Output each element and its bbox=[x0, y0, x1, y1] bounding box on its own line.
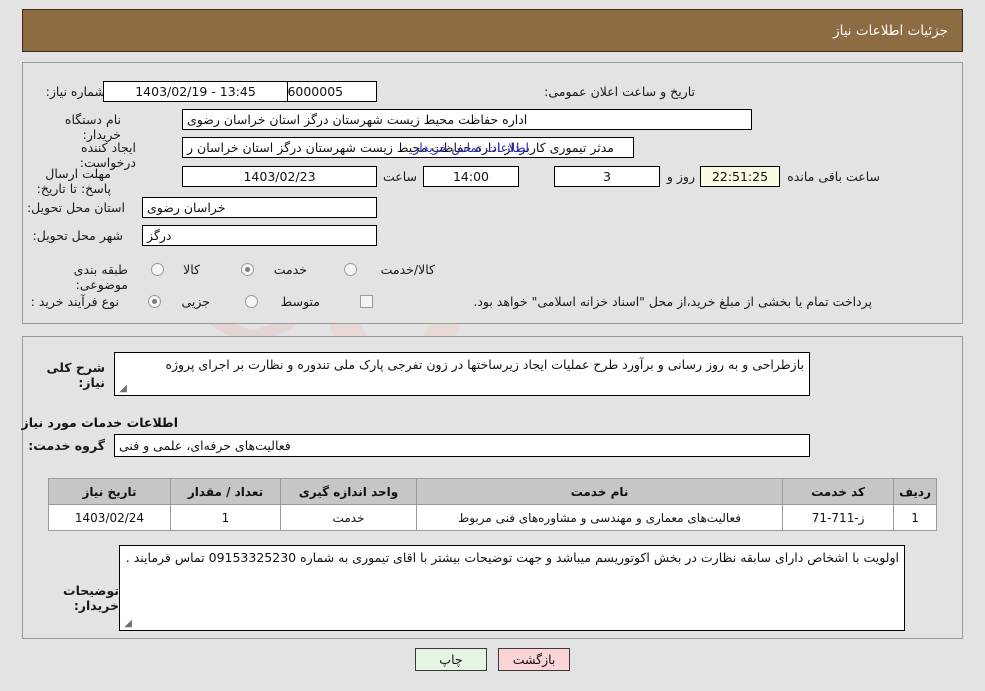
col-qty: تعداد / مقدار bbox=[170, 478, 281, 505]
radio-purchase-motavaset-label: متوسط bbox=[280, 294, 320, 309]
description-textarea[interactable]: بازطراحی و به روز رسانی و برآورد طرح عمل… bbox=[114, 352, 810, 396]
need-number-label: شماره نیاز: bbox=[45, 84, 105, 99]
radio-category-khedmat-label: خدمت bbox=[273, 262, 307, 277]
days-label: روز و bbox=[666, 169, 695, 184]
service-group-label: گروه خدمت: bbox=[28, 438, 105, 453]
buyer-org-label: نام دستگاه خریدار: bbox=[64, 112, 121, 142]
buyer-notes-label: توضیحات خریدار: bbox=[63, 583, 119, 613]
treasury-bonds-checkbox[interactable] bbox=[360, 295, 373, 308]
buyer-contact-link[interactable]: اطلاعات تماس خریدار bbox=[413, 140, 529, 155]
cell-code: ز-711-71 bbox=[782, 504, 895, 531]
announce-datetime-field[interactable]: 13:45 - 1403/02/19 bbox=[103, 81, 288, 102]
cell-qty: 1 bbox=[170, 504, 281, 531]
cell-date: 1403/02/24 bbox=[48, 504, 171, 531]
treasury-bonds-label: پرداخت تمام یا بخشی از مبلغ خرید،از محل … bbox=[473, 294, 872, 309]
countdown-label: ساعت باقی مانده bbox=[787, 169, 880, 184]
services-section-heading: اطلاعات خدمات مورد نیاز bbox=[21, 415, 179, 430]
radio-category-khedmat[interactable] bbox=[241, 263, 254, 276]
deadline-date-field[interactable]: 1403/02/23 bbox=[182, 166, 377, 187]
category-label: طبقه بندی موضوعی: bbox=[73, 262, 128, 292]
radio-category-kala-khedmat-label: کالا/خدمت bbox=[380, 262, 435, 277]
back-button[interactable]: بازگشت bbox=[498, 648, 571, 671]
announce-datetime-label: تاریخ و ساعت اعلان عمومی: bbox=[544, 84, 695, 99]
countdown-timer-field: 22:51:25 bbox=[700, 166, 780, 187]
page-title-text: جزئیات اطلاعات نیاز bbox=[833, 22, 948, 39]
delivery-province-field[interactable]: خراسان رضوی bbox=[142, 197, 377, 218]
deadline-label: مهلت ارسال پاسخ: تا تاریخ: bbox=[36, 166, 111, 196]
cell-row: 1 bbox=[893, 504, 937, 531]
table-header-row: ردیف کد خدمت نام خدمت واحد اندازه گیری ت… bbox=[48, 478, 937, 505]
description-label: شرح کلی نیاز: bbox=[46, 360, 105, 390]
resize-grip-icon[interactable]: ◢ bbox=[117, 384, 127, 394]
services-table: ردیف کد خدمت نام خدمت واحد اندازه گیری ت… bbox=[48, 478, 937, 531]
col-unit: واحد اندازه گیری bbox=[280, 478, 417, 505]
remaining-days-field[interactable]: 3 bbox=[554, 166, 660, 187]
radio-category-kala[interactable] bbox=[151, 263, 164, 276]
purchase-type-label: نوع فرآیند خرید : bbox=[30, 294, 119, 309]
cell-unit: خدمت bbox=[280, 504, 417, 531]
print-button[interactable]: چاپ bbox=[414, 648, 487, 671]
radio-purchase-motavaset[interactable] bbox=[245, 295, 258, 308]
request-creator-field[interactable]: مدثر تیموری کاربرداز اداره حفاظت محیط زی… bbox=[182, 137, 634, 158]
cell-name: فعالیت‌های معماری و مهندسی و مشاوره‌های … bbox=[415, 504, 784, 531]
radio-purchase-jozei-label: جزیی bbox=[181, 294, 210, 309]
buyer-notes-textarea[interactable]: اولویت با اشخاص دارای سابقه نظارت در بخش… bbox=[119, 545, 905, 631]
deadline-time-field[interactable]: 14:00 bbox=[423, 166, 519, 187]
buyer-org-field[interactable]: اداره حفاظت محیط زیست شهرستان درگز استان… bbox=[182, 109, 752, 130]
col-date: تاریخ نیاز bbox=[48, 478, 171, 505]
delivery-province-label: استان محل تحویل: bbox=[26, 200, 125, 215]
page-root: AnaTender.neT جزئیات اطلاعات نیاز شماره … bbox=[0, 0, 985, 691]
radio-category-kala-label: کالا bbox=[183, 262, 200, 277]
service-group-field[interactable]: فعالیت‌های حرفه‌ای، علمی و فنی bbox=[114, 434, 810, 457]
radio-category-kala-khedmat[interactable] bbox=[344, 263, 357, 276]
button-row: بازگشت چاپ bbox=[0, 648, 985, 671]
page-title: جزئیات اطلاعات نیاز bbox=[22, 9, 963, 52]
radio-purchase-jozei[interactable] bbox=[148, 295, 161, 308]
resize-grip-icon[interactable]: ◢ bbox=[122, 619, 132, 629]
col-row: ردیف bbox=[893, 478, 937, 505]
hour-label: ساعت bbox=[382, 169, 417, 184]
col-code: کد خدمت bbox=[782, 478, 895, 505]
delivery-city-label: شهر محل تحویل: bbox=[32, 228, 123, 243]
table-row: 1 ز-711-71 فعالیت‌های معماری و مهندسی و … bbox=[48, 504, 937, 531]
col-name: نام خدمت bbox=[415, 478, 784, 505]
buyer-notes-text: اولویت با اشخاص دارای سابقه نظارت در بخش… bbox=[125, 550, 899, 565]
description-text: بازطراحی و به روز رسانی و برآورد طرح عمل… bbox=[165, 357, 804, 372]
delivery-city-field[interactable]: درگز bbox=[142, 225, 377, 246]
